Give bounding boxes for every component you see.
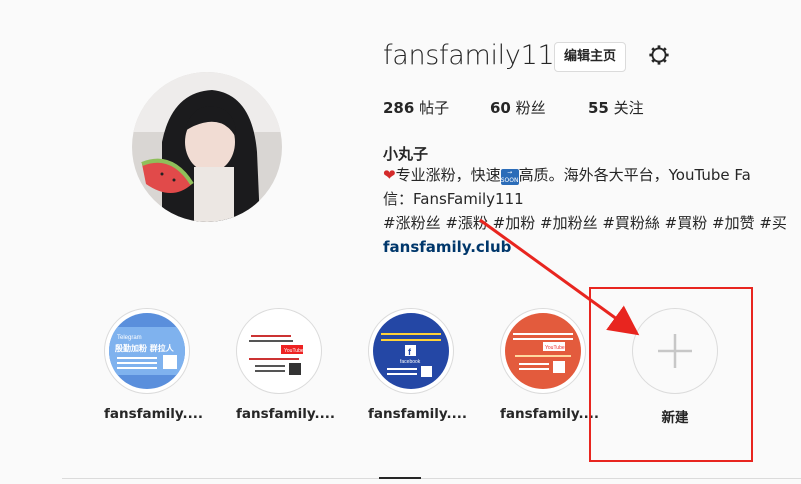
tabs-divider xyxy=(62,478,801,479)
avatar[interactable] xyxy=(132,72,282,222)
highlight-label: fansfamily.... xyxy=(500,406,600,422)
story-highlight[interactable]: YouTube fansfamily.... xyxy=(236,308,336,422)
svg-text:facebook: facebook xyxy=(400,359,421,365)
highlight-cover-image: YouTube xyxy=(505,313,581,389)
bio-line-2: 信：FansFamily111 xyxy=(383,190,524,208)
active-tab-indicator xyxy=(379,477,421,479)
followers-stat[interactable]: 60 粉丝 xyxy=(490,97,546,118)
highlight-label: fansfamily.... xyxy=(236,406,336,422)
bio-line-1: ❤专业涨粉，快速 → SOON高质。海外各大平台，YouTube Fa xyxy=(383,166,751,185)
profile-website-link[interactable]: fansfamily.club xyxy=(383,238,511,256)
highlight-label: fansfamily.... xyxy=(368,406,468,422)
highlight-cover-image: f facebook xyxy=(373,313,449,389)
highlight-label: fansfamily.... xyxy=(104,406,204,422)
following-stat[interactable]: 55 关注 xyxy=(588,97,644,118)
svg-text:YouTube: YouTube xyxy=(284,348,304,354)
svg-text:Telegram: Telegram xyxy=(117,335,142,341)
highlight-cover-image: Telegram 殷勤加粉 群拉人 xyxy=(109,313,185,389)
edit-profile-button[interactable]: 编辑主页 xyxy=(554,42,627,72)
bio-line-3: #涨粉丝 #漲粉 #加粉 #加粉丝 #買粉絲 #買粉 #加赞 #买 xyxy=(383,214,787,232)
svg-text:YouTube: YouTube xyxy=(545,345,565,351)
profile-username: fansfamily111 xyxy=(383,40,572,71)
story-highlight[interactable]: Telegram 殷勤加粉 群拉人 fansfamily.... xyxy=(104,308,204,422)
story-highlight[interactable]: f facebook fansfamily.... xyxy=(368,308,468,422)
annotation-highlight-box xyxy=(589,287,753,462)
story-highlight[interactable]: YouTube fansfamily.... xyxy=(500,308,600,422)
highlight-cover-image: YouTube xyxy=(241,313,317,389)
heart-emoji-icon: ❤ xyxy=(383,166,396,184)
soon-arrow-icon: → SOON xyxy=(500,169,519,185)
profile-full-name: 小丸子 xyxy=(383,145,429,163)
gear-icon[interactable] xyxy=(648,44,670,66)
posts-stat: 286 帖子 xyxy=(383,99,450,117)
avatar-image xyxy=(132,72,282,222)
svg-text:殷勤加粉 群拉人: 殷勤加粉 群拉人 xyxy=(114,343,175,353)
